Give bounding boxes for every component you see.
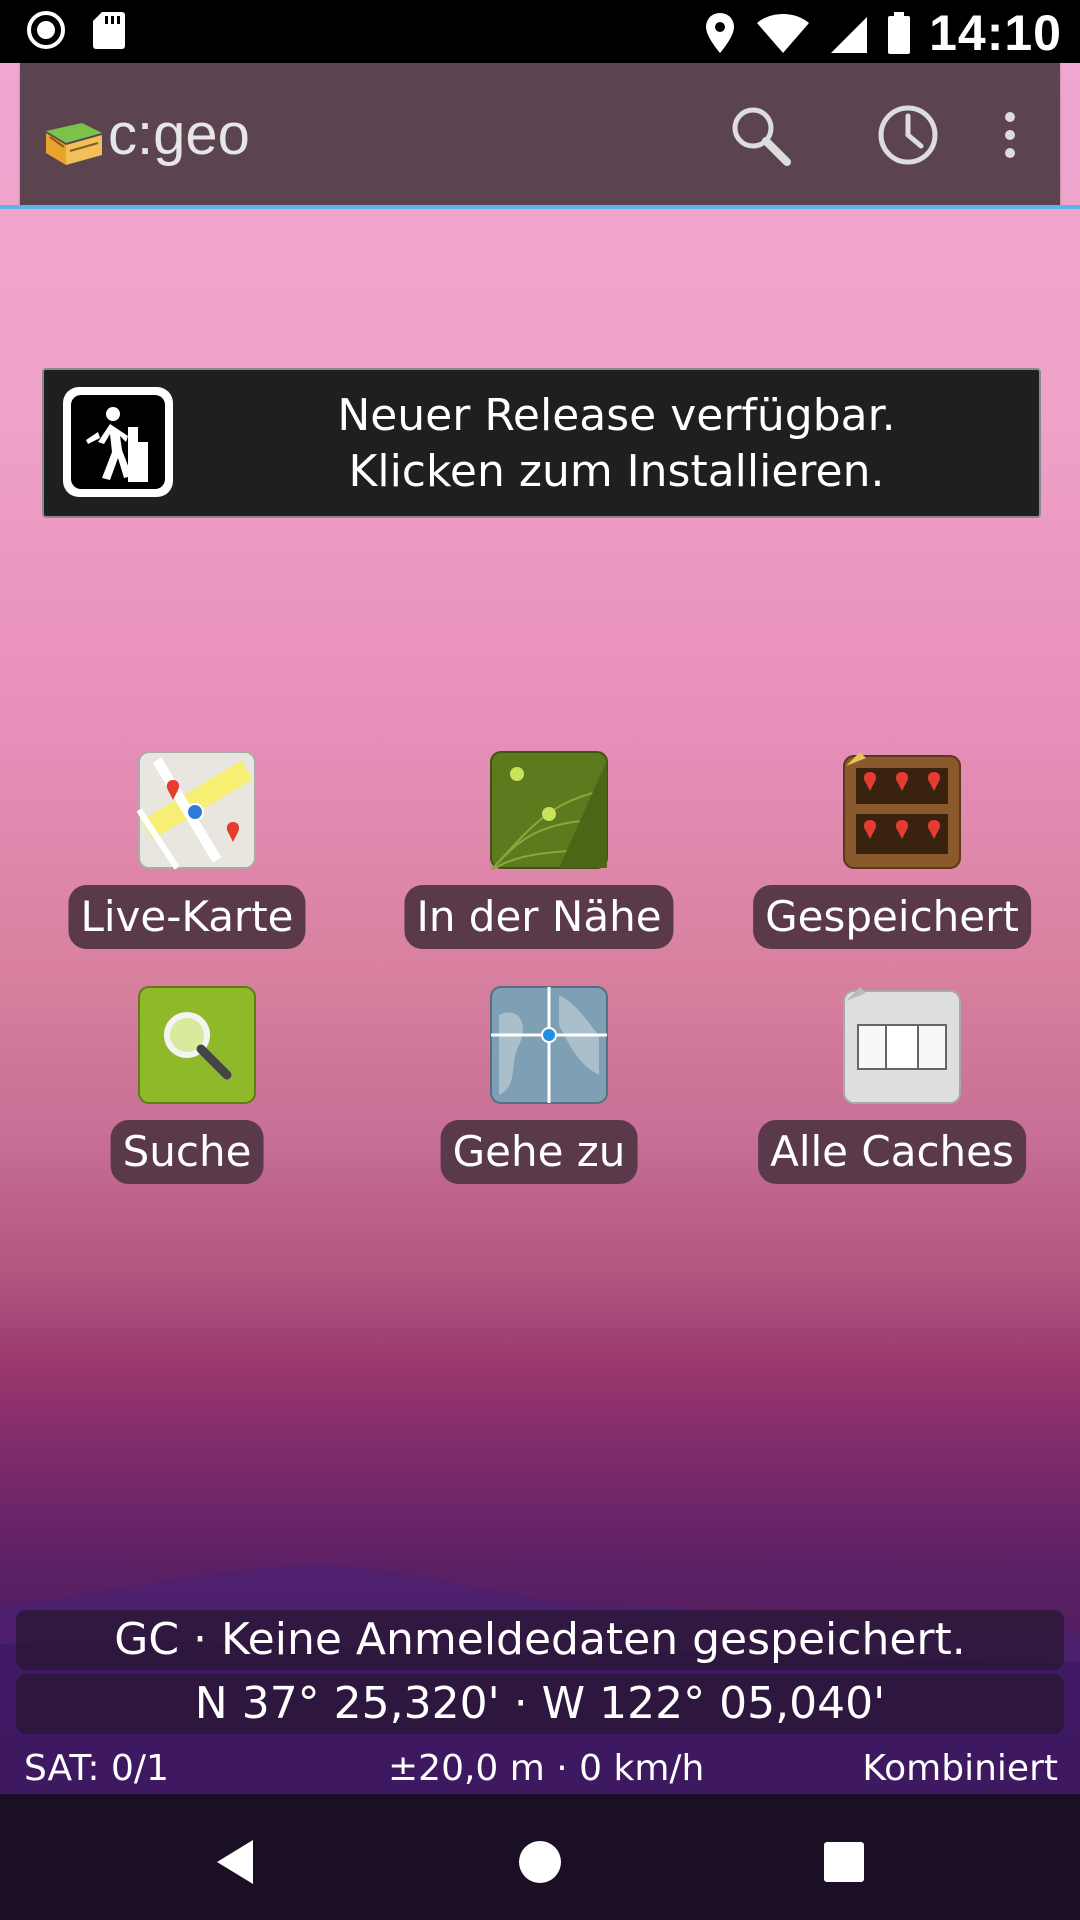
wifi-icon (757, 14, 810, 53)
accuracy-speed: ±20,0 m · 0 km/h (388, 1748, 705, 1789)
clock: 14:10 (929, 5, 1062, 61)
overflow-menu-icon (1005, 112, 1015, 158)
search-button[interactable] (720, 95, 800, 175)
live-map-icon (137, 751, 256, 870)
home-icon[interactable] (510, 1832, 570, 1892)
satellite-count: SAT: 0/1 (24, 1748, 169, 1789)
tile-label-goto: Gehe zu (440, 1120, 638, 1184)
tile-label-nearby: In der Nähe (404, 885, 674, 949)
location-pin-icon (706, 13, 735, 53)
signal-icon (831, 17, 868, 53)
app-title: c:geo (108, 102, 250, 167)
overflow-menu-button[interactable] (980, 95, 1040, 175)
app-bar-divider (0, 205, 1080, 209)
climbing-person-icon (63, 387, 173, 497)
status-bar: 14:10 (0, 0, 1080, 63)
search-magnifier-icon (138, 986, 256, 1104)
gps-info-bar: SAT: 0/1 ±20,0 m · 0 km/h Kombiniert (0, 1740, 1080, 1793)
login-status: GC · Keine Anmeldedaten gespeichert. (16, 1610, 1064, 1670)
cgeo-logo-icon (46, 123, 102, 165)
tile-nearby[interactable]: In der Nähe (389, 750, 689, 970)
tile-label-stored: Gespeichert (753, 885, 1031, 949)
tile-label-search: Suche (110, 1120, 264, 1184)
record-icon (27, 11, 65, 49)
radar-nearby-icon (490, 751, 608, 870)
release-text: Neuer Release verfügbar. Klicken zum Ins… (214, 388, 1019, 500)
tile-search[interactable]: Suche (37, 985, 337, 1205)
stored-shelf-icon (843, 752, 961, 869)
coordinates: N 37° 25,320' · W 122° 05,040' (16, 1674, 1064, 1734)
history-button[interactable] (868, 95, 948, 175)
globe-goto-icon (490, 986, 608, 1104)
tile-goto[interactable]: Gehe zu (389, 985, 689, 1205)
back-icon[interactable] (205, 1832, 265, 1892)
release-line-1: Neuer Release verfügbar. (337, 390, 896, 441)
tile-label-live-map: Live-Karte (68, 885, 306, 949)
history-icon (878, 105, 938, 165)
app-bar: c:geo (20, 63, 1060, 205)
tile-stored[interactable]: Gespeichert (742, 750, 1042, 970)
release-banner[interactable]: Neuer Release verfügbar. Klicken zum Ins… (42, 368, 1041, 518)
tile-all-caches[interactable]: Alle Caches (742, 985, 1042, 1205)
navigation-bar (0, 1794, 1080, 1920)
tile-live-map[interactable]: Live-Karte (37, 750, 337, 970)
location-mode: Kombiniert (862, 1748, 1058, 1789)
release-line-2: Klicken zum Installieren. (348, 446, 885, 497)
all-caches-box-icon (843, 987, 961, 1104)
recents-icon[interactable] (814, 1832, 874, 1892)
battery-icon (888, 12, 911, 54)
tile-label-all-caches: Alle Caches (758, 1120, 1026, 1184)
sd-card-icon (93, 12, 125, 49)
main-screen: c:geo Neuer Release verfügbar. Klicken z… (0, 63, 1080, 1794)
search-icon (732, 107, 791, 166)
